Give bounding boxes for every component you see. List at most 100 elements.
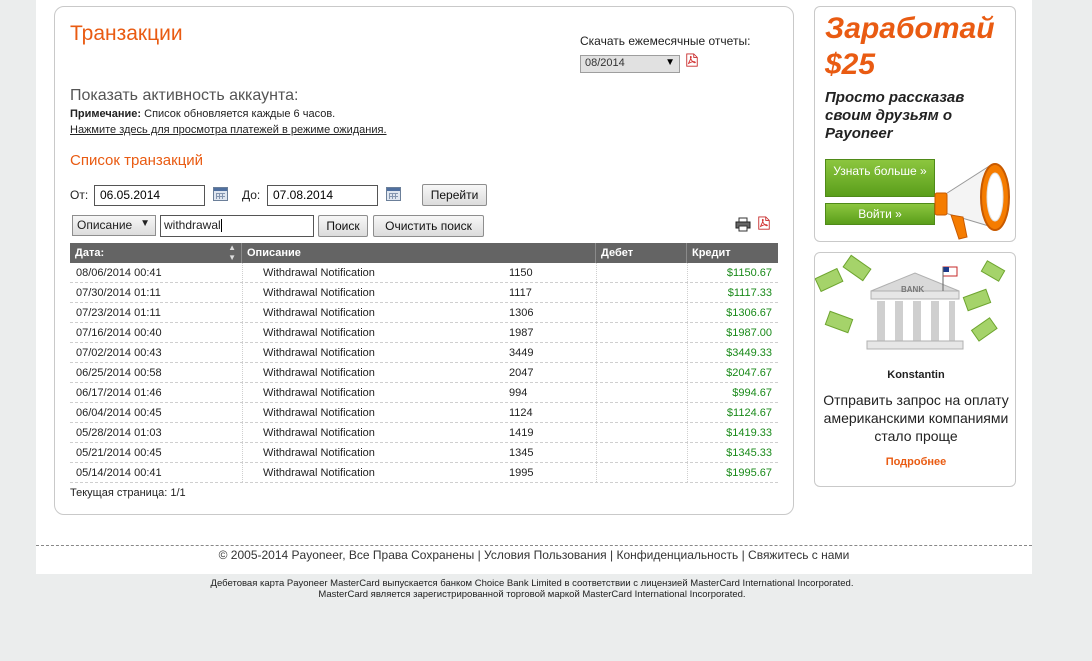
cell-debit [601, 463, 681, 483]
cell-date: 07/02/2014 00:43 [76, 347, 162, 359]
column-divider [687, 363, 688, 382]
transactions-panel: Транзакции Скачать ежемесячные отчеты: 0… [54, 6, 794, 515]
cell-debit [601, 363, 681, 383]
column-divider [242, 423, 243, 442]
cell-date: 05/14/2014 00:41 [76, 467, 162, 479]
pdf-icon[interactable] [757, 215, 771, 231]
cell-credit: $1306.67 [726, 307, 772, 319]
promo-title-line1: Заработай [825, 12, 995, 45]
search-field-value: Описание [77, 218, 133, 232]
table-row[interactable]: 07/23/2014 01:11 Withdrawal Notification 1… [70, 303, 778, 323]
calendar-icon[interactable] [213, 187, 228, 201]
cell-credit: $3449.33 [726, 347, 772, 359]
cell-debit [601, 343, 681, 363]
cell-debit [601, 323, 681, 343]
chevron-down-icon: ▼ [140, 218, 150, 229]
cell-credit: $1124.67 [726, 407, 772, 419]
transaction-list-heading: Список транзакций [70, 152, 204, 169]
privacy-link[interactable]: Конфиденциальность [616, 548, 738, 562]
column-divider [242, 463, 243, 482]
column-divider [596, 443, 597, 462]
cell-debit [601, 283, 681, 303]
contact-link[interactable]: Свяжитесь с нами [748, 548, 849, 562]
clear-search-button[interactable]: Очистить поиск [373, 215, 484, 237]
referral-promo: Заработай $25 Просто рассказав своим дру… [814, 6, 1016, 242]
footer-divider [36, 545, 1032, 546]
chevron-down-icon: ▼ [665, 57, 675, 68]
cell-date: 05/21/2014 00:45 [76, 447, 162, 459]
copyright-text: © 2005-2014 Payoneer, Все Права Сохранен… [218, 548, 475, 562]
table-row[interactable]: 05/21/2014 00:45 Withdrawal Notification 1… [70, 443, 778, 463]
to-date-input[interactable]: 07.08.2014 [267, 185, 378, 206]
report-month-select[interactable]: 08/2014 ▼ [580, 55, 680, 73]
column-divider [242, 323, 243, 342]
cell-debit [601, 403, 681, 423]
cell-credit: $1419.33 [726, 427, 772, 439]
column-divider [596, 303, 597, 322]
table-row[interactable]: 07/16/2014 00:40 Withdrawal Notification 1… [70, 323, 778, 343]
column-divider [687, 383, 688, 402]
cell-date: 06/04/2014 00:45 [76, 407, 162, 419]
cell-debit [601, 423, 681, 443]
table-row[interactable]: 06/17/2014 01:46 Withdrawal Notification 9… [70, 383, 778, 403]
more-details-link[interactable]: Подробнее [815, 456, 1015, 468]
cell-debit [601, 263, 681, 283]
report-month-value: 08/2014 [585, 57, 625, 69]
column-divider [596, 283, 597, 302]
calendar-icon[interactable] [386, 187, 401, 201]
search-input[interactable]: withdrawal [160, 215, 314, 237]
table-row[interactable]: 08/06/2014 00:41 Withdrawal Notification 1… [70, 263, 778, 283]
table-header: Дата: ▲ ▼ Описание Дебет Кредит [70, 243, 778, 263]
terms-link[interactable]: Условия Пользования [484, 548, 607, 562]
table-row[interactable]: 06/25/2014 00:58 Withdrawal Notification 2… [70, 363, 778, 383]
cell-date: 08/06/2014 00:41 [76, 267, 162, 279]
footer-separator: | [610, 548, 614, 562]
table-row[interactable]: 06/04/2014 00:45 Withdrawal Notification 1… [70, 403, 778, 423]
pending-payments-link[interactable]: Нажмите здесь для просмотра платежей в р… [70, 124, 387, 136]
print-icon[interactable] [735, 217, 751, 232]
sort-icon: ▲ ▼ [228, 243, 236, 262]
cell-description: Withdrawal Notification [263, 447, 375, 459]
column-header-date[interactable]: Дата: ▲ ▼ [70, 243, 242, 263]
search-button[interactable]: Поиск [318, 215, 368, 237]
promo-title: Заработай $25 [825, 11, 995, 83]
bank-promo: BANK Konstantin Отправить запрос на опла… [814, 252, 1016, 487]
from-date-input[interactable]: 06.05.2014 [94, 185, 205, 206]
column-divider [242, 383, 243, 402]
cell-debit [601, 443, 681, 463]
cell-description: Withdrawal Notification [263, 267, 375, 279]
table-row[interactable]: 07/02/2014 00:43 Withdrawal Notification 3… [70, 343, 778, 363]
column-divider [596, 383, 597, 402]
cell-date: 07/16/2014 00:40 [76, 327, 162, 339]
column-header-date-label: Дата: [75, 247, 105, 259]
cell-reference: 994 [509, 387, 528, 399]
cell-credit: $1345.33 [726, 447, 772, 459]
table-row[interactable]: 05/28/2014 01:03 Withdrawal Notification 1… [70, 423, 778, 443]
column-divider [242, 283, 243, 302]
column-header-description[interactable]: Описание [242, 243, 596, 263]
page-title: Транзакции [70, 22, 183, 45]
update-note: Примечание: Список обновляется каждые 6 … [70, 108, 335, 120]
legal-disclaimer: Дебетовая карта Payoneer MasterCard выпу… [0, 578, 1064, 600]
column-divider [596, 463, 597, 482]
column-divider [687, 423, 688, 442]
cell-debit [601, 383, 681, 403]
column-divider [596, 343, 597, 362]
search-value: withdrawal [164, 218, 221, 232]
table-row[interactable]: 05/14/2014 00:41 Withdrawal Notification 1… [70, 463, 778, 483]
pdf-icon[interactable] [685, 52, 699, 68]
page-info: Текущая страница: 1/1 [70, 487, 186, 499]
column-header-debit[interactable]: Дебет [596, 243, 687, 263]
go-button[interactable]: Перейти [422, 184, 487, 206]
promo-subtitle: Просто рассказав своим друзьям о Payonee… [825, 89, 965, 142]
search-field-select[interactable]: Описание ▼ [72, 215, 156, 236]
cell-description: Withdrawal Notification [263, 347, 375, 359]
column-header-credit[interactable]: Кредит [687, 243, 778, 263]
table-row[interactable]: 07/30/2014 01:11 Withdrawal Notification 1… [70, 283, 778, 303]
cell-reference: 1987 [509, 327, 534, 339]
legal-line-1: Дебетовая карта Payoneer MasterCard выпу… [210, 578, 854, 589]
note-label: Примечание: [70, 108, 142, 120]
learn-more-button[interactable]: Узнать больше » [825, 159, 935, 197]
column-divider [596, 423, 597, 442]
login-button[interactable]: Войти » [825, 203, 935, 225]
